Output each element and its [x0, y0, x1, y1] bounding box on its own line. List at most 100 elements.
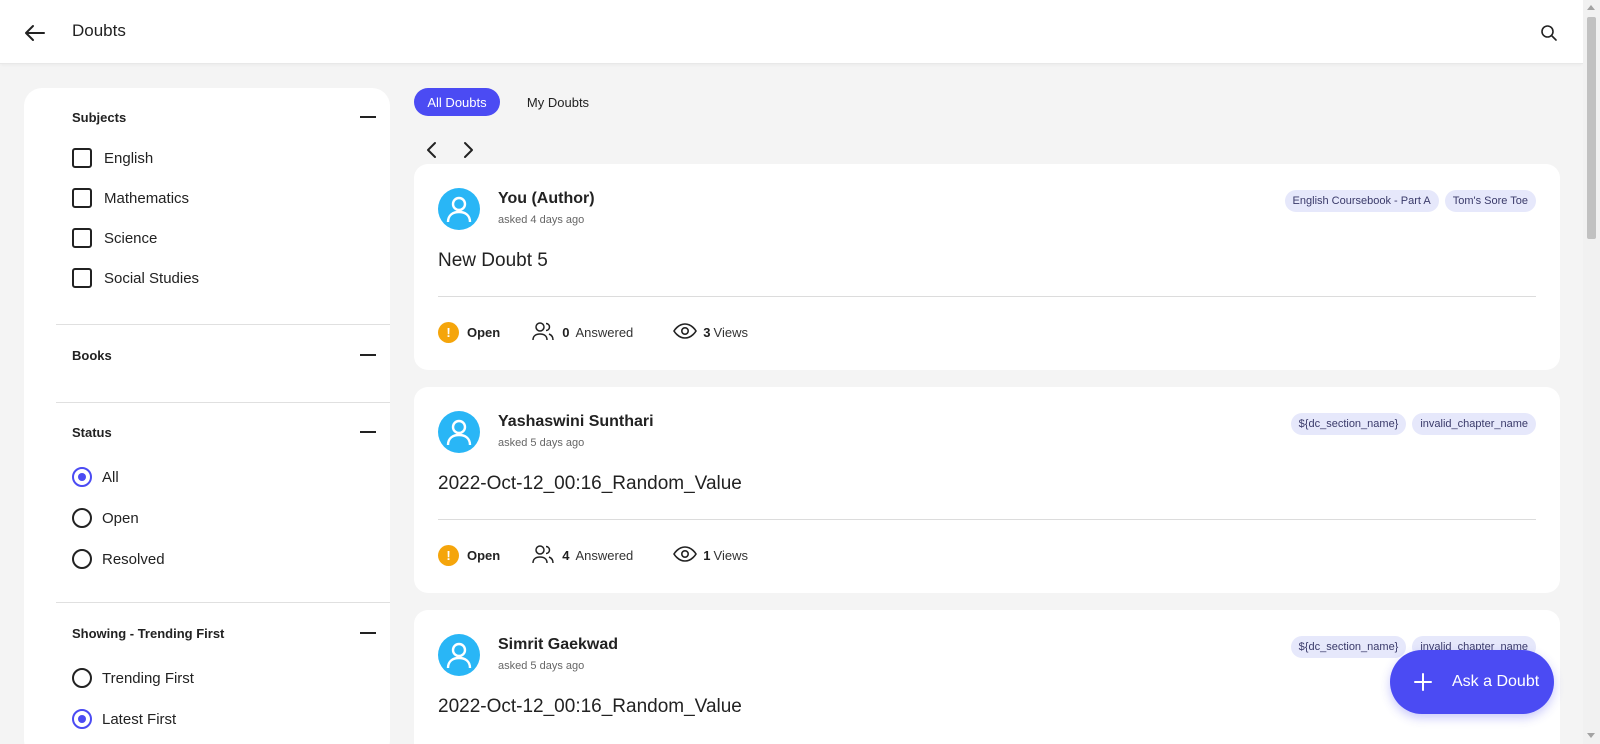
subject-checkbox-mathematics[interactable]: Mathematics [72, 186, 189, 210]
checkbox[interactable] [72, 148, 92, 168]
doubt-asked-time: asked 5 days ago [498, 660, 585, 672]
doubt-tags: ${dc_section_name} invalid_chapter_name [1290, 413, 1536, 435]
scroll-down-arrow-icon[interactable] [1587, 733, 1595, 738]
radio-label: Open [102, 509, 139, 527]
section-divider [56, 402, 390, 403]
checkbox-label: Science [104, 229, 158, 247]
card-divider [438, 519, 1536, 520]
book-tag[interactable]: ${dc_section_name} [1290, 413, 1407, 435]
subject-checkbox-social-studies[interactable]: Social Studies [72, 266, 199, 290]
status-radio-all[interactable]: All [72, 465, 119, 489]
answered-label: Answered [575, 324, 634, 340]
users-icon [532, 321, 554, 344]
views-label: Views [713, 324, 748, 340]
page-title: Doubts [72, 21, 126, 40]
status-radio-resolved[interactable]: Resolved [72, 547, 165, 571]
doubt-card[interactable]: Simrit Gaekwad asked 5 days ago ${dc_sec… [414, 610, 1560, 744]
radio-button[interactable] [72, 549, 92, 569]
avatar-icon [438, 188, 480, 230]
plus-icon [1414, 673, 1432, 691]
exclamation-icon: ! [438, 321, 459, 343]
answered-stat: 4 Answered [532, 544, 633, 567]
status-collapse-icon[interactable] [360, 431, 376, 433]
views-count: 1 [703, 547, 711, 563]
scroll-thumb[interactable] [1587, 17, 1596, 239]
sort-collapse-icon[interactable] [360, 632, 376, 634]
radio-label: Resolved [102, 550, 165, 568]
subjects-section-title: Subjects [72, 110, 127, 125]
checkbox-label: Mathematics [104, 189, 190, 207]
radio-button[interactable] [72, 508, 92, 528]
section-divider [56, 324, 390, 325]
doubt-asked-time: asked 4 days ago [498, 214, 585, 226]
chapter-tag[interactable]: invalid_chapter_name [1412, 413, 1536, 435]
tab-all-doubts[interactable]: All Doubts [414, 88, 500, 116]
tab-my-doubts[interactable]: My Doubts [516, 88, 600, 116]
radio-button[interactable] [72, 467, 92, 487]
sort-radio-trending[interactable]: Trending First [72, 666, 194, 690]
top-app-bar: Doubts [0, 0, 1583, 64]
views-stat: 3 Views [673, 322, 748, 342]
checkbox[interactable] [72, 268, 92, 288]
radio-label: All [102, 468, 119, 486]
doubt-author: Simrit Gaekwad [498, 636, 619, 653]
sort-radio-latest[interactable]: Latest First [72, 707, 176, 731]
eye-icon [673, 545, 698, 565]
doubt-tags: English Coursebook - Part A Tom's Sore T… [1284, 190, 1536, 212]
books-section-title: Books [72, 348, 112, 363]
chapter-tag[interactable]: Tom's Sore Toe [1444, 190, 1536, 212]
users-icon [532, 544, 554, 567]
answered-stat: 0 Answered [532, 321, 633, 344]
views-stat: 1 Views [673, 545, 748, 565]
checkbox-label: English [104, 149, 154, 167]
page-scrollbar[interactable] [1583, 0, 1600, 744]
status-indicator: ! Open [438, 544, 501, 566]
views-count: 3 [703, 324, 711, 340]
search-icon[interactable] [1540, 24, 1558, 42]
section-divider [56, 602, 390, 603]
doubt-card[interactable]: You (Author) asked 4 days ago English Co… [414, 164, 1560, 370]
sort-section-title: Showing - Trending First [72, 626, 225, 641]
radio-label: Latest First [102, 710, 177, 728]
subjects-collapse-icon[interactable] [360, 116, 376, 118]
books-collapse-icon[interactable] [360, 354, 376, 356]
checkbox[interactable] [72, 188, 92, 208]
status-text: Open [467, 547, 501, 563]
doubt-stats: ! Open 0 Answered 3 Views [438, 320, 748, 344]
doubt-stats: ! Open 4 Answered 1 Views [438, 543, 748, 567]
card-divider [438, 296, 1536, 297]
exclamation-icon: ! [438, 544, 459, 566]
subject-checkbox-science[interactable]: Science [72, 226, 157, 250]
views-label: Views [713, 547, 748, 563]
book-tag[interactable]: English Coursebook - Part A [1284, 190, 1439, 212]
doubt-author: Yashaswini Sunthari [498, 413, 654, 430]
checkbox-label: Social Studies [104, 269, 200, 287]
doubt-card[interactable]: Yashaswini Sunthari asked 5 days ago ${d… [414, 387, 1560, 593]
back-arrow-icon[interactable] [22, 20, 48, 46]
checkbox[interactable] [72, 228, 92, 248]
radio-button[interactable] [72, 709, 92, 729]
doubt-question[interactable]: 2022-Oct-12_00:16_Random_Value [438, 696, 742, 718]
ask-doubt-label: Ask a Doubt [1452, 673, 1540, 690]
ask-doubt-button[interactable]: Ask a Doubt [1390, 650, 1554, 714]
subject-checkbox-english[interactable]: English [72, 146, 153, 170]
status-indicator: ! Open [438, 321, 501, 343]
doubt-question[interactable]: New Doubt 5 [438, 250, 548, 272]
answered-count: 0 [562, 324, 570, 340]
eye-icon [673, 322, 698, 342]
doubt-author: You (Author) [498, 190, 595, 207]
scroll-up-arrow-icon[interactable] [1587, 5, 1595, 10]
doubt-asked-time: asked 5 days ago [498, 437, 585, 449]
book-tag[interactable]: ${dc_section_name} [1290, 636, 1407, 658]
avatar-icon [438, 411, 480, 453]
doubt-question[interactable]: 2022-Oct-12_00:16_Random_Value [438, 473, 742, 495]
status-radio-open[interactable]: Open [72, 506, 139, 530]
radio-button[interactable] [72, 668, 92, 688]
answered-label: Answered [575, 547, 634, 563]
answered-count: 4 [562, 547, 570, 563]
status-text: Open [467, 324, 501, 340]
chevron-right-icon[interactable] [458, 140, 478, 160]
chevron-left-icon[interactable] [422, 140, 442, 160]
filters-sidebar: Subjects English Mathematics Science Soc… [24, 88, 390, 744]
radio-label: Trending First [102, 669, 194, 687]
